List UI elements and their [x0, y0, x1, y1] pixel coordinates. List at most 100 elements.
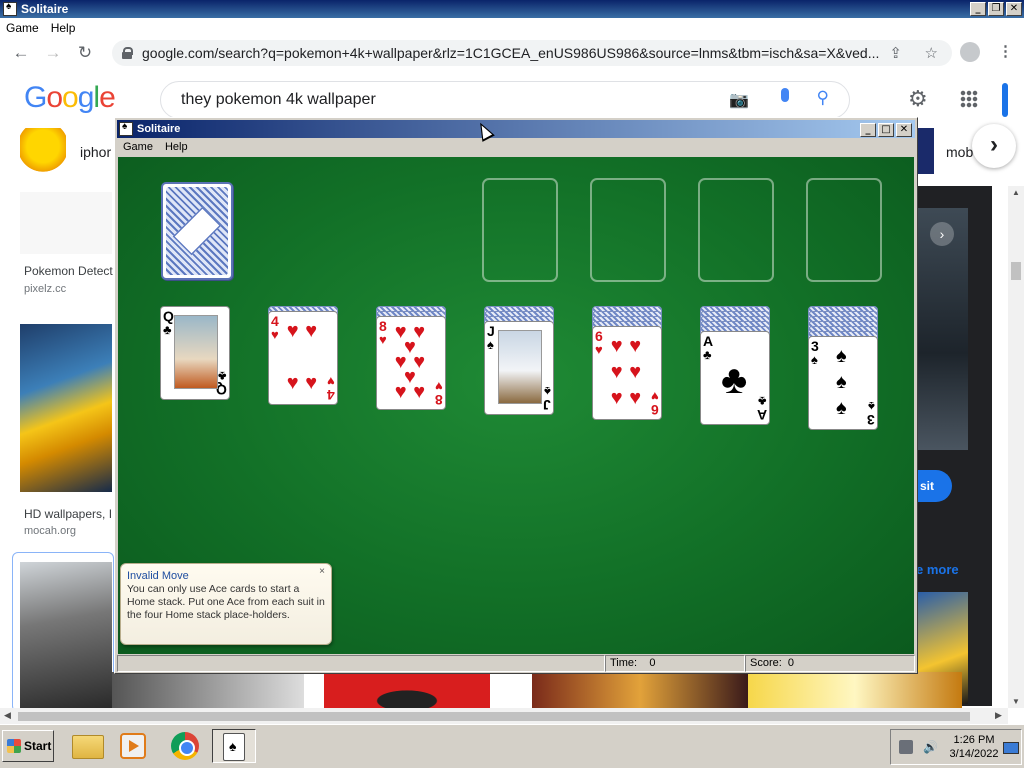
google-logo-letter: o	[62, 81, 79, 114]
camera-icon[interactable]: 📷	[729, 90, 749, 110]
search-input[interactable]: they pokemon 4k wallpaper 📷 ⚲	[160, 81, 850, 119]
solitaire-menu-bar: Game Help	[117, 138, 915, 156]
back-icon[interactable]: ←	[10, 43, 32, 63]
tooltip-close-icon[interactable]: ×	[319, 566, 325, 577]
card-suit-top: ♠	[487, 337, 494, 352]
more-menu-icon[interactable]: ⋮	[998, 42, 1013, 60]
bottom-gap	[304, 672, 324, 708]
forward-icon[interactable]: →	[42, 43, 64, 63]
card-suit-bottom: ♣	[758, 394, 767, 409]
apps-grid-icon[interactable]	[960, 90, 978, 108]
horizontal-scroll-thumb[interactable]	[18, 712, 970, 721]
foundation-slot-3[interactable]	[698, 178, 774, 282]
result-title-1[interactable]: Pokemon Detect	[24, 264, 113, 278]
bottom-thumbnail-3[interactable]	[532, 672, 748, 708]
taskbar-media-player[interactable]	[112, 729, 156, 763]
tableau-card-5[interactable]: 6 ♥ 6 ♥ ♥ ♥ ♥ ♥ ♥ ♥	[592, 326, 662, 420]
horizontal-scrollbar[interactable]: ◀ ▶	[0, 708, 1008, 724]
status-time: Time: 0	[605, 655, 745, 672]
taskbar: Start 1:26 PM 3/14/2022	[0, 724, 1024, 768]
menu-game[interactable]: Game	[0, 21, 45, 35]
card-rank-top: 3	[811, 338, 819, 354]
start-button[interactable]: Start	[2, 730, 54, 762]
settings-gear-icon[interactable]: ⚙	[908, 86, 928, 112]
tableau-card-1[interactable]: Q ♣ Q ♣	[160, 306, 230, 400]
card-suit-bottom: ♠	[868, 399, 875, 414]
card-back-pattern	[166, 187, 228, 275]
menu-help[interactable]: Help	[45, 21, 82, 35]
chip-label-right[interactable]: mob	[946, 144, 973, 160]
solitaire-title-bar[interactable]: Solitaire _ □ ✕	[117, 120, 915, 138]
profile-avatar-icon[interactable]	[960, 42, 980, 62]
result-thumbnail-2[interactable]	[20, 324, 112, 492]
scroll-left-icon[interactable]: ◀	[4, 710, 11, 721]
outer-menu-bar: Game Help	[0, 18, 1024, 37]
close-button[interactable]: ✕	[1006, 2, 1022, 16]
maximize-button[interactable]: ❐	[988, 2, 1004, 16]
scroll-right-icon[interactable]: ▶	[995, 710, 1002, 721]
show-desktop-icon[interactable]	[1003, 742, 1019, 754]
address-bar[interactable]: google.com/search?q=pokemon+4k+wallpaper…	[112, 40, 952, 66]
tableau-card-3[interactable]: 8 ♥ 8 ♥ ♥ ♥ ♥ ♥ ♥ ♥ ♥ ♥	[376, 316, 446, 410]
vertical-scrollbar[interactable]: ▲ ▼	[1008, 186, 1024, 708]
card-rank-bottom: 3	[867, 412, 875, 428]
chip-label-left[interactable]: iphor	[80, 144, 111, 160]
card-suit-bottom: ♥	[435, 379, 443, 394]
vertical-scroll-thumb[interactable]	[1011, 262, 1021, 280]
minimize-button[interactable]: _	[970, 2, 986, 16]
network-icon[interactable]	[899, 740, 913, 754]
solitaire-minimize-button[interactable]: _	[860, 123, 876, 137]
see-more-link[interactable]: e more	[916, 562, 959, 577]
outer-window-controls: _ ❐ ✕	[970, 2, 1022, 16]
taskbar-solitaire[interactable]	[212, 729, 256, 763]
reload-icon[interactable]: ↻	[74, 43, 96, 63]
card-pip: ♥	[610, 386, 623, 409]
share-icon[interactable]: ⇪	[889, 44, 902, 62]
card-suit-top: ♥	[595, 342, 603, 357]
url-text[interactable]: google.com/search?q=pokemon+4k+wallpaper…	[142, 45, 882, 61]
sign-in-button-edge[interactable]	[1002, 83, 1008, 117]
google-logo[interactable]: Google	[24, 81, 116, 115]
card-rank-bottom: 6	[651, 402, 659, 418]
scroll-down-icon[interactable]: ▼	[1012, 697, 1020, 706]
solitaire-title: Solitaire	[137, 123, 181, 135]
result-thumbnail-1[interactable]	[20, 192, 112, 254]
stock-pile[interactable]	[161, 182, 233, 280]
game-felt[interactable]: Invalid Move You can only use Ace cards …	[118, 157, 914, 654]
chip-thumbnail-pikachu[interactable]	[20, 128, 66, 174]
tableau-card-7[interactable]: 3 ♠ 3 ♠ ♠ ♠ ♠	[808, 336, 878, 430]
outer-title-bar[interactable]: Solitaire _ ❐ ✕	[0, 0, 1024, 18]
card-pip: ♥	[305, 320, 318, 343]
star-icon[interactable]: ☆	[925, 44, 938, 62]
bottom-thumbnail-2[interactable]	[324, 672, 490, 708]
foundation-slot-2[interactable]	[590, 178, 666, 282]
foundation-slot-1[interactable]	[482, 178, 558, 282]
foundation-slot-4[interactable]	[806, 178, 882, 282]
result-source-2[interactable]: mocah.org	[24, 525, 76, 537]
solitaire-maximize-button[interactable]: □	[878, 123, 894, 137]
card-pip: ♥	[629, 386, 642, 409]
clock[interactable]: 1:26 PM 3/14/2022	[949, 733, 999, 761]
tableau-card-4[interactable]: J ♠ J ♠	[484, 321, 554, 415]
taskbar-chrome[interactable]	[164, 729, 208, 763]
solitaire-menu-game[interactable]: Game	[117, 141, 159, 153]
chip-thumbnail-right[interactable]	[918, 128, 934, 174]
bottom-thumbnail-4[interactable]	[748, 672, 962, 708]
bottom-thumbnail-1[interactable]	[112, 672, 304, 708]
preview-next-icon[interactable]: ›	[930, 222, 954, 246]
microphone-icon[interactable]	[781, 88, 789, 102]
chips-next-arrow-icon[interactable]: ›	[972, 124, 1016, 168]
scroll-up-icon[interactable]: ▲	[1012, 188, 1020, 197]
tableau-card-2[interactable]: 4 ♥ 4 ♥ ♥ ♥ ♥ ♥	[268, 311, 338, 405]
volume-icon[interactable]	[923, 740, 937, 754]
result-thumbnail-3[interactable]	[20, 562, 112, 708]
card-rank-top: 4	[271, 313, 279, 329]
search-icon[interactable]: ⚲	[817, 88, 829, 108]
taskbar-explorer[interactable]	[66, 729, 110, 763]
result-source-1[interactable]: pixelz.cc	[24, 283, 66, 295]
result-title-2[interactable]: HD wallpapers, I	[24, 507, 112, 521]
tableau-card-6[interactable]: A ♣ A ♣ ♣	[700, 331, 770, 425]
solitaire-close-button[interactable]: ✕	[896, 123, 912, 137]
solitaire-menu-help[interactable]: Help	[159, 141, 194, 153]
lock-icon[interactable]	[122, 47, 133, 59]
